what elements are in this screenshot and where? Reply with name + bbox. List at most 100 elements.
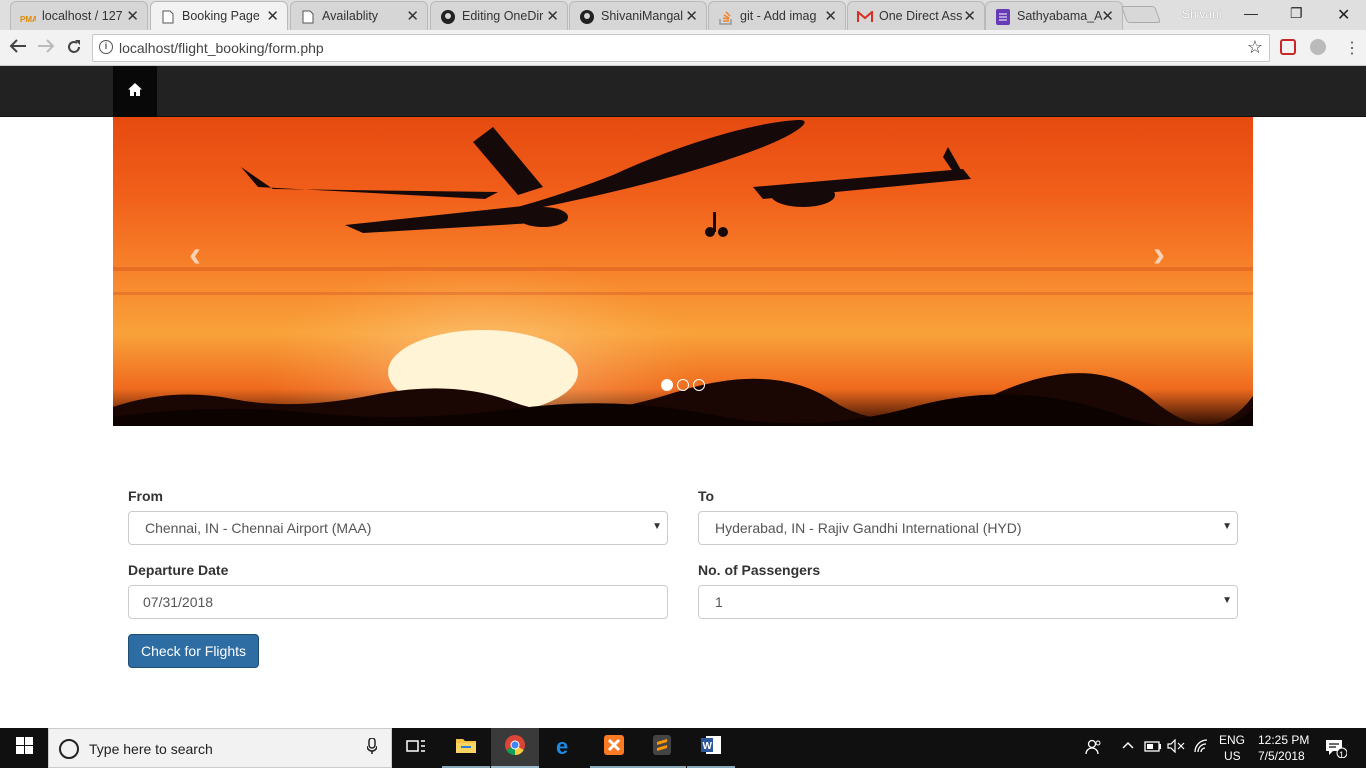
xampp-icon	[603, 734, 625, 761]
profile-name[interactable]: Shivani	[1182, 7, 1221, 21]
pocket-extension-icon[interactable]	[1280, 39, 1296, 55]
carousel-indicators	[661, 379, 705, 391]
notification-count: 1	[1339, 750, 1345, 760]
clock-date[interactable]: 7/5/2018	[1258, 749, 1305, 763]
check-for-flights-button[interactable]: Check for Flights	[128, 634, 259, 668]
tab-title: localhost / 127	[42, 9, 123, 23]
home-button[interactable]	[113, 66, 157, 117]
close-tab-icon[interactable]: ✕	[824, 7, 837, 25]
tab-editing-onedir[interactable]: Editing OneDir ✕	[430, 1, 568, 30]
chevron-down-icon: ▼	[1222, 595, 1232, 606]
hero-carousel: ‹ ›	[113, 117, 1253, 426]
from-selected-value: Chennai, IN - Chennai Airport (MAA)	[145, 520, 372, 536]
tab-one-direct-ass[interactable]: One Direct Ass ✕	[847, 1, 985, 30]
windows-logo-icon	[15, 737, 33, 759]
svg-text:PMA: PMA	[20, 15, 36, 24]
taskbar-search-box[interactable]: Type here to search	[48, 728, 392, 768]
tab-booking-page[interactable]: Booking Page ✕	[150, 1, 288, 30]
forward-icon[interactable]	[37, 38, 55, 59]
clock-time[interactable]: 12:25 PM	[1258, 733, 1309, 747]
tab-availablity[interactable]: Availablity ✕	[290, 1, 428, 30]
sublime-text-icon	[652, 734, 672, 761]
restore-icon[interactable]: ❐	[1290, 5, 1303, 22]
close-tab-icon[interactable]: ✕	[1101, 7, 1114, 25]
carousel-indicator[interactable]	[677, 379, 689, 391]
people-icon[interactable]	[1085, 738, 1103, 759]
menu-icon[interactable]: ⋮	[1344, 38, 1360, 58]
close-window-icon[interactable]: ✕	[1337, 5, 1350, 25]
svg-text:W: W	[703, 741, 713, 752]
taskbar-word[interactable]: W	[687, 728, 735, 768]
info-icon[interactable]: i	[99, 40, 113, 54]
tab-title: Editing OneDir	[462, 9, 544, 23]
carousel-indicator[interactable]	[661, 379, 673, 391]
github-icon	[440, 9, 456, 24]
gmail-icon	[857, 9, 873, 24]
carousel-indicator[interactable]	[693, 379, 705, 391]
close-tab-icon[interactable]: ✕	[546, 7, 559, 25]
tab-git-add-image[interactable]: git - Add imag ✕	[708, 1, 846, 30]
tab-title: ShivaniMangal	[601, 9, 683, 23]
wifi-icon[interactable]	[1193, 739, 1209, 756]
site-navbar	[0, 66, 1366, 117]
tab-phpmyadmin[interactable]: PMA localhost / 127 ✕	[10, 1, 148, 30]
battery-icon[interactable]	[1144, 739, 1162, 756]
url-text: localhost/flight_booking/form.php	[119, 40, 324, 56]
page-icon	[160, 9, 176, 24]
forms-icon	[995, 8, 1011, 25]
browser-toolbar: i localhost/flight_booking/form.php ☆ ⋮	[0, 30, 1366, 66]
to-select[interactable]: Hyderabad, IN - Rajiv Gandhi Internation…	[698, 511, 1238, 545]
carousel-next-icon[interactable]: ›	[1153, 233, 1165, 275]
task-view-icon	[406, 738, 426, 759]
microphone-icon[interactable]	[366, 737, 378, 759]
to-label: To	[698, 488, 715, 504]
file-explorer-icon	[455, 736, 477, 759]
windows-taskbar: Type here to search e W ENG US 12:25 PM …	[0, 728, 1366, 768]
reload-icon[interactable]	[65, 38, 83, 61]
tab-shivanimangal[interactable]: ShivaniMangal ✕	[569, 1, 707, 30]
show-hidden-icons-icon[interactable]	[1122, 739, 1134, 753]
taskbar-edge[interactable]: e	[541, 728, 589, 768]
passengers-selected-value: 1	[715, 594, 723, 610]
new-tab-button[interactable]	[1120, 6, 1162, 23]
tab-title: One Direct Ass	[879, 9, 963, 23]
chevron-down-icon: ▼	[652, 521, 662, 532]
tab-sathyabama[interactable]: Sathyabama_A ✕	[985, 1, 1123, 30]
to-selected-value: Hyderabad, IN - Rajiv Gandhi Internation…	[715, 520, 1022, 536]
volume-muted-icon[interactable]	[1167, 738, 1185, 756]
task-view-button[interactable]	[392, 728, 440, 768]
close-tab-icon[interactable]: ✕	[963, 7, 976, 25]
close-tab-icon[interactable]: ✕	[685, 7, 698, 25]
skype-extension-icon[interactable]	[1310, 39, 1326, 55]
minimize-icon[interactable]: —	[1244, 5, 1258, 21]
departure-date-label: Departure Date	[128, 562, 229, 578]
taskbar-file-explorer[interactable]	[442, 728, 490, 768]
search-placeholder: Type here to search	[89, 741, 213, 757]
taskbar-xampp[interactable]	[590, 728, 638, 768]
word-icon: W	[700, 734, 722, 761]
cortana-icon	[59, 739, 79, 759]
passengers-label: No. of Passengers	[698, 562, 821, 578]
close-tab-icon[interactable]: ✕	[266, 7, 279, 25]
start-button[interactable]	[0, 728, 48, 768]
departure-date-input[interactable]: 07/31/2018	[128, 585, 668, 619]
chrome-icon	[504, 734, 526, 761]
tab-title: Sathyabama_A	[1017, 9, 1103, 23]
close-tab-icon[interactable]: ✕	[406, 7, 419, 25]
close-tab-icon[interactable]: ✕	[126, 7, 139, 25]
back-icon[interactable]	[9, 38, 27, 59]
bookmark-star-icon[interactable]: ☆	[1247, 37, 1263, 58]
chevron-down-icon: ▼	[1222, 521, 1232, 532]
from-label: From	[128, 488, 163, 504]
input-region[interactable]: US	[1224, 749, 1241, 763]
tab-title: Booking Page	[182, 9, 260, 23]
passengers-select[interactable]: 1 ▼	[698, 585, 1238, 619]
carousel-prev-icon[interactable]: ‹	[189, 233, 201, 275]
from-select[interactable]: Chennai, IN - Chennai Airport (MAA) ▼	[128, 511, 668, 545]
taskbar-chrome[interactable]	[491, 728, 539, 768]
input-language[interactable]: ENG	[1219, 733, 1245, 747]
departure-date-value: 07/31/2018	[143, 594, 214, 610]
tab-title: Availablity	[322, 9, 379, 23]
taskbar-sublime-text[interactable]	[638, 728, 686, 768]
address-bar[interactable]: i localhost/flight_booking/form.php ☆	[92, 34, 1270, 62]
